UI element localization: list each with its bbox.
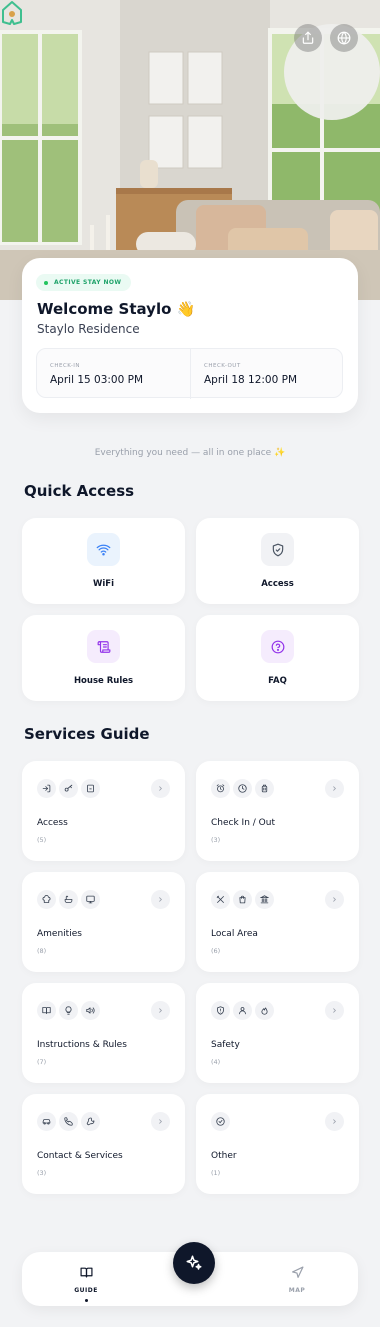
service-card-local-area[interactable]: Local Area (6) — [196, 872, 359, 972]
quick-access-house-rules[interactable]: House Rules — [22, 615, 185, 701]
service-card-access[interactable]: Access (5) — [22, 761, 185, 861]
bath-icon — [59, 890, 78, 909]
service-name: Instructions & Rules — [37, 1040, 127, 1050]
share-button[interactable] — [294, 24, 322, 52]
chevron-right-icon — [151, 1001, 170, 1020]
active-indicator — [85, 1299, 88, 1302]
service-name: Amenities — [37, 929, 82, 939]
service-name: Other — [211, 1151, 237, 1161]
building-icon — [81, 779, 100, 798]
chevron-right-icon — [325, 779, 344, 798]
welcome-card: ACTIVE STAY NOW Welcome Staylo 👋 Staylo … — [22, 258, 358, 413]
quick-access-wifi[interactable]: WiFi — [22, 518, 185, 604]
property-name: Staylo Residence — [37, 322, 140, 336]
language-button[interactable] — [330, 24, 358, 52]
luggage-icon — [255, 779, 274, 798]
scroll-icon — [87, 630, 120, 663]
quick-access-label: House Rules — [73, 676, 134, 686]
quick-access-label: FAQ — [268, 676, 287, 686]
clock-icon — [233, 779, 252, 798]
quick-access-faq[interactable]: FAQ — [196, 615, 359, 701]
service-name: Safety — [211, 1040, 240, 1050]
check-out-block: CHECK-OUT April 18 12:00 PM — [190, 349, 343, 399]
services-guide-title: Services Guide — [24, 725, 150, 743]
service-count: (3) — [211, 836, 221, 844]
service-count: (7) — [37, 1058, 47, 1066]
quick-access-access[interactable]: Access — [196, 518, 359, 604]
service-count: (3) — [37, 1169, 47, 1177]
lightbulb-icon — [59, 1001, 78, 1020]
service-name: Contact & Services — [37, 1151, 123, 1161]
flame-icon — [255, 1001, 274, 1020]
ai-assistant-button[interactable] — [173, 1242, 215, 1284]
tagline: Everything you need — all in one place ✨ — [94, 448, 286, 458]
service-card-check-in-out[interactable]: Check In / Out (3) — [196, 761, 359, 861]
user-icon — [233, 1001, 252, 1020]
volume-icon — [81, 1001, 100, 1020]
monitor-icon — [81, 890, 100, 909]
service-card-other[interactable]: Other (1) — [196, 1094, 359, 1194]
check-in-block: CHECK-IN April 15 03:00 PM — [37, 349, 190, 399]
book-open-icon — [79, 1267, 93, 1278]
globe-icon — [337, 31, 351, 45]
chef-hat-icon — [37, 890, 56, 909]
shopping-bag-icon — [233, 890, 252, 909]
check-circle-icon — [211, 1112, 230, 1131]
chevron-right-icon — [325, 1112, 344, 1131]
wifi-icon — [87, 533, 120, 566]
service-name: Access — [37, 818, 68, 828]
landmark-icon — [255, 890, 274, 909]
service-count: (4) — [211, 1058, 221, 1066]
book-icon — [37, 1001, 56, 1020]
shield-alert-icon — [211, 1001, 230, 1020]
chevron-right-icon — [151, 890, 170, 909]
alarm-clock-icon — [211, 779, 230, 798]
quick-access-label: WiFi — [92, 579, 114, 589]
service-name: Check In / Out — [211, 818, 275, 828]
nav-map-label: MAP — [288, 1287, 306, 1294]
quick-access-title: Quick Access — [24, 482, 135, 500]
utensils-icon — [211, 890, 230, 909]
share-icon — [302, 31, 314, 44]
check-in-label: CHECK-IN — [50, 363, 81, 369]
check-in-value: April 15 03:00 PM — [50, 374, 144, 386]
service-card-contact-services[interactable]: Contact & Services (3) — [22, 1094, 185, 1194]
check-out-value: April 18 12:00 PM — [204, 374, 298, 386]
logo-icon — [2, 1, 22, 25]
login-icon — [37, 779, 56, 798]
nav-guide[interactable]: GUIDE — [56, 1264, 116, 1294]
chevron-right-icon — [325, 1001, 344, 1020]
service-name: Local Area — [211, 929, 258, 939]
badge-label: ACTIVE STAY NOW — [54, 279, 122, 286]
phone-icon — [59, 1112, 78, 1131]
service-card-safety[interactable]: Safety (4) — [196, 983, 359, 1083]
help-circle-icon — [261, 630, 294, 663]
chevron-right-icon — [325, 890, 344, 909]
shield-icon — [261, 533, 294, 566]
chevron-right-icon — [151, 1112, 170, 1131]
active-stay-badge: ACTIVE STAY NOW — [36, 274, 132, 291]
service-count: (8) — [37, 947, 47, 955]
check-out-label: CHECK-OUT — [204, 363, 241, 369]
key-icon — [59, 779, 78, 798]
wrench-icon — [81, 1112, 100, 1131]
car-icon — [37, 1112, 56, 1131]
stay-dates: CHECK-IN April 15 03:00 PM CHECK-OUT Apr… — [36, 348, 343, 399]
service-card-amenities[interactable]: Amenities (8) — [22, 872, 185, 972]
service-card-instructions-rules[interactable]: Instructions & Rules (7) — [22, 983, 185, 1083]
welcome-title: Welcome Staylo 👋 — [37, 300, 196, 318]
nav-map[interactable]: MAP — [267, 1264, 327, 1294]
service-count: (6) — [211, 947, 221, 955]
status-dot — [44, 280, 48, 285]
sparkles-icon — [186, 1255, 202, 1270]
service-count: (1) — [211, 1169, 221, 1177]
hero-image — [0, 0, 380, 300]
navigation-icon — [291, 1266, 304, 1278]
service-count: (5) — [37, 836, 47, 844]
chevron-right-icon — [151, 779, 170, 798]
nav-guide-label: GUIDE — [74, 1287, 98, 1294]
quick-access-label: Access — [261, 579, 294, 589]
